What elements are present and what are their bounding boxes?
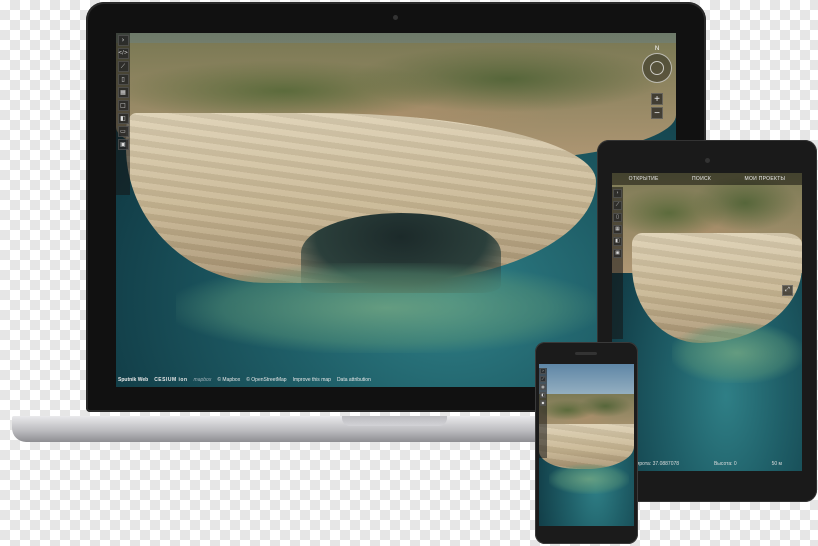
laptop-camera: [393, 15, 398, 20]
layers-icon[interactable]: ◧: [117, 113, 129, 124]
map-credits-bar: Sputnik Web CESIUM ion mapbox © Mapbox ©…: [118, 377, 371, 383]
mapbox-logo: mapbox: [193, 377, 212, 383]
phone-layers-icon[interactable]: ◧: [540, 392, 546, 398]
tablet-layers-icon[interactable]: ◧: [613, 237, 622, 246]
laptop-side-toolbar: › </> ⟋ ▯ ▦ □ ◧ ▭ ▣: [116, 33, 130, 195]
tablet-reef: [672, 323, 802, 383]
tablet-latitude: Широта: 37.0887078: [632, 461, 680, 467]
laptop-map-scene[interactable]: [116, 33, 676, 387]
tablet-camera: [705, 158, 710, 163]
tablet-document-icon[interactable]: ▯: [613, 213, 622, 222]
reef-shallows: [176, 263, 596, 353]
tablet-tab-search[interactable]: ПОИСК: [692, 176, 711, 182]
tablet-grid-icon[interactable]: ▦: [613, 225, 622, 234]
compass-control[interactable]: N: [642, 46, 672, 83]
brand-label: Sputnik Web: [118, 377, 149, 383]
phone-speaker: [575, 352, 597, 355]
tablet-map-scene[interactable]: [612, 173, 802, 471]
credit-link-osm[interactable]: © OpenStreetMap: [246, 377, 286, 383]
phone-side-toolbar: › ⟋ ▦ ◧ ▣: [539, 368, 547, 458]
window-icon[interactable]: ▭: [117, 126, 129, 137]
compass-ring-icon: [650, 61, 664, 75]
tablet-scale: 50 м: [771, 461, 782, 467]
image-icon[interactable]: ▣: [117, 139, 129, 150]
tablet-screen: ОТКРЫТИЕ ПОИСК МОИ ПРОЕКТЫ › ⟋ ▯ ▦ ◧ ▣ ⤢…: [612, 173, 802, 471]
phone-map-scene[interactable]: [539, 364, 634, 526]
phone-ruler-icon[interactable]: ⟋: [540, 376, 546, 382]
document-icon[interactable]: ▯: [117, 74, 129, 85]
tablet-tab-projects[interactable]: МОИ ПРОЕКТЫ: [745, 176, 786, 182]
laptop-screen: › </> ⟋ ▯ ▦ □ ◧ ▭ ▣ N + − Sputnik Web CE…: [116, 33, 676, 387]
ruler-icon[interactable]: ⟋: [117, 61, 129, 72]
zoom-in-button[interactable]: +: [651, 93, 663, 105]
tablet-chevron-icon[interactable]: ›: [613, 189, 622, 198]
phone-sky: [539, 364, 634, 398]
tablet-fullscreen-icon[interactable]: ⤢: [782, 285, 793, 296]
phone-chevron-icon[interactable]: ›: [540, 368, 546, 374]
tablet-side-toolbar: › ⟋ ▯ ▦ ◧ ▣: [612, 187, 623, 339]
zoom-out-button[interactable]: −: [651, 107, 663, 119]
tablet-top-bar: ОТКРЫТИЕ ПОИСК МОИ ПРОЕКТЫ: [612, 173, 802, 185]
credit-link-improve[interactable]: Improve this map: [293, 377, 331, 383]
tablet-image-icon[interactable]: ▣: [613, 249, 622, 258]
phone-image-icon[interactable]: ▣: [540, 400, 546, 406]
credit-link-mapbox[interactable]: © Mapbox: [217, 377, 240, 383]
phone-screen: › ⟋ ▦ ◧ ▣: [539, 364, 634, 526]
phone-grid-icon[interactable]: ▦: [540, 384, 546, 390]
tablet-status-bar: Широта: 37.0887078 Высота: 0 50 м: [612, 461, 802, 467]
tablet-tab-open[interactable]: ОТКРЫТИЕ: [629, 176, 659, 182]
data-attribution-link[interactable]: Data attribution: [337, 377, 371, 383]
tablet-ruler-icon[interactable]: ⟋: [613, 201, 622, 210]
square-icon[interactable]: □: [117, 100, 129, 111]
chevron-right-icon[interactable]: ›: [117, 35, 129, 46]
grid-icon[interactable]: ▦: [117, 87, 129, 98]
tablet-altitude: Высота: 0: [713, 461, 737, 467]
cesium-logo: CESIUM ion: [154, 377, 188, 383]
code-icon[interactable]: </>: [117, 48, 129, 59]
laptop-notch: [342, 416, 447, 426]
phone-reef: [549, 464, 629, 494]
phone-cliff: [539, 424, 634, 469]
compass-north-label: N: [654, 46, 660, 52]
